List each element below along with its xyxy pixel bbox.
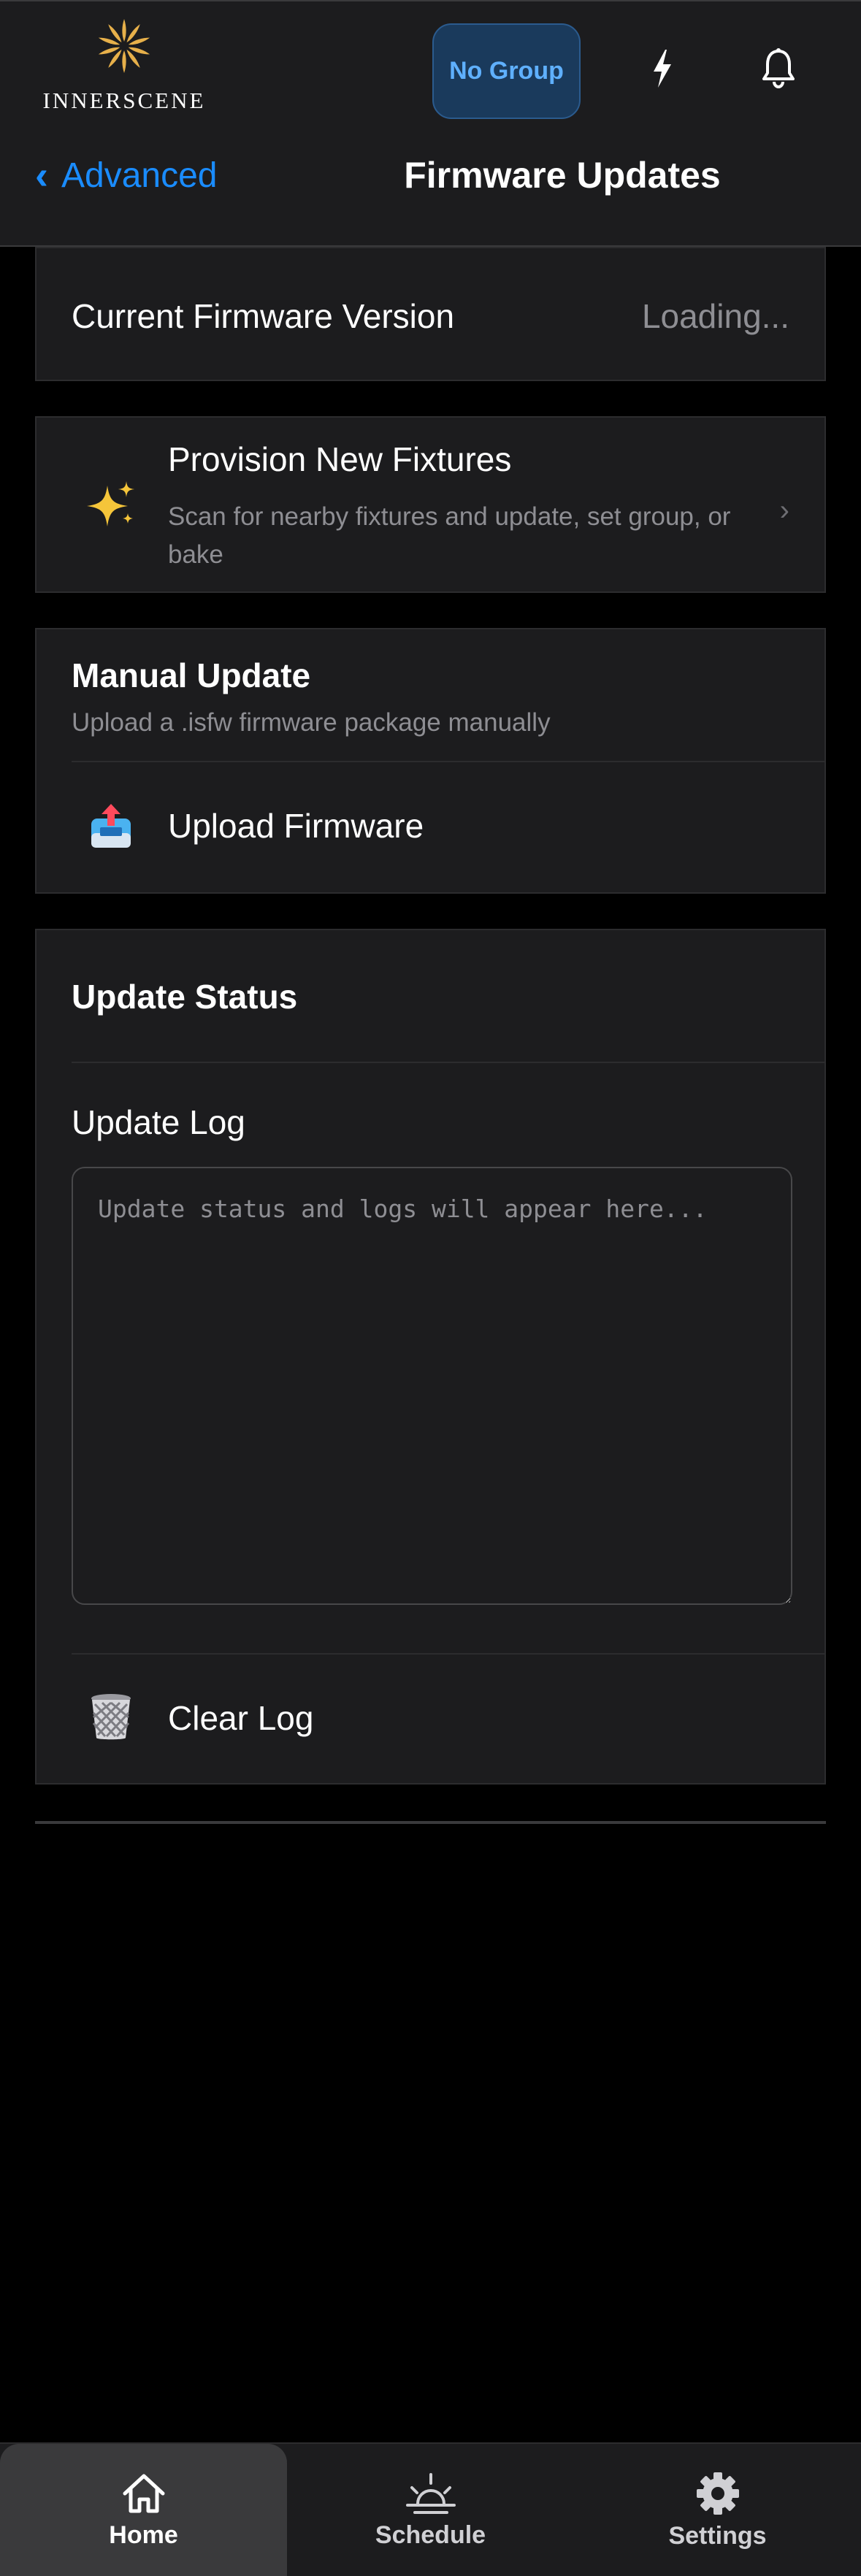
manual-update-card: Manual Update Upload a .isfw firmware pa… — [35, 628, 826, 894]
page-title: Firmware Updates — [404, 155, 721, 196]
back-label: Advanced — [61, 156, 218, 195]
upload-firmware-button[interactable]: Upload Firmware — [37, 762, 824, 894]
tab-settings[interactable]: Settings — [574, 2444, 861, 2576]
wastebasket-icon — [82, 1688, 140, 1747]
tab-settings-label: Settings — [668, 2522, 767, 2550]
firmware-version-label: Current Firmware Version — [72, 297, 455, 335]
tab-schedule-label: Schedule — [375, 2521, 486, 2549]
gear-icon — [696, 2472, 739, 2515]
sparkles-icon — [82, 476, 140, 534]
content-bottom-divider — [35, 1821, 826, 1824]
update-status-card: Update Status Update Log Clear Log — [35, 929, 826, 1785]
provision-fixtures-row[interactable]: Provision New Fixtures Scan for nearby f… — [35, 416, 826, 593]
nav-header: ‹ Advanced Firmware Updates — [0, 146, 861, 247]
bolt-icon[interactable] — [640, 42, 684, 95]
provision-title: Provision New Fixtures — [168, 440, 512, 478]
firmware-updates-screen: INNERSCENE No Group ‹ Advanced Firmware … — [0, 0, 861, 2576]
update-log-label: Update Log — [72, 1103, 245, 1141]
divider — [72, 1062, 824, 1063]
firmware-version-value: Loading... — [641, 297, 789, 335]
clear-log-label: Clear Log — [168, 1699, 314, 1737]
home-icon — [123, 2474, 164, 2513]
update-status-title: Update Status — [72, 978, 298, 1016]
logo-text: INNERSCENE — [42, 88, 206, 113]
sunburst-logo-icon — [98, 19, 150, 73]
innerscene-logo[interactable]: INNERSCENE — [40, 18, 208, 116]
chevron-left-icon: ‹ — [35, 153, 48, 197]
upload-tray-icon — [82, 797, 140, 856]
upload-firmware-label: Upload Firmware — [168, 807, 424, 845]
tab-schedule[interactable]: Schedule — [287, 2444, 574, 2576]
manual-update-subtitle: Upload a .isfw firmware package manually — [72, 708, 551, 737]
back-button[interactable]: ‹ Advanced — [35, 153, 217, 197]
tab-home[interactable]: Home — [0, 2444, 287, 2576]
top-bar: INNERSCENE No Group — [0, 0, 861, 146]
chevron-right-icon: › — [779, 494, 789, 526]
tab-home-label: Home — [109, 2521, 178, 2549]
update-log-textarea[interactable] — [72, 1167, 792, 1605]
bottom-tab-bar: Home Schedule Settings — [0, 2442, 861, 2576]
bell-icon[interactable] — [757, 42, 800, 95]
clear-log-button[interactable]: Clear Log — [37, 1655, 824, 1785]
provision-description: Scan for nearby fixtures and update, set… — [168, 502, 731, 569]
sunrise-icon — [405, 2473, 456, 2514]
firmware-version-card: Current Firmware Version Loading... — [35, 247, 826, 381]
manual-update-title: Manual Update — [72, 656, 311, 694]
group-selector-button[interactable]: No Group — [432, 23, 581, 119]
